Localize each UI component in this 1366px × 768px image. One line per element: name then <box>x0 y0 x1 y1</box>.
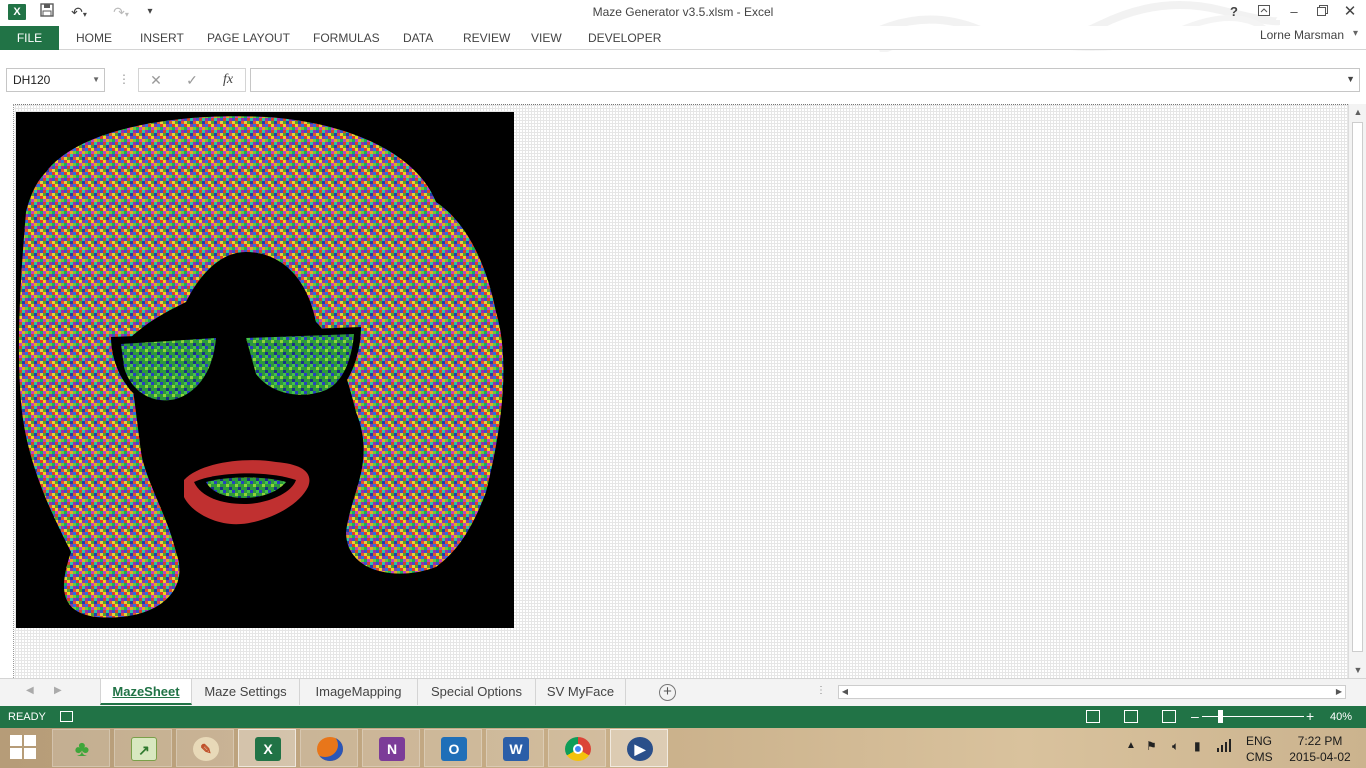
sheet-tab-special-options[interactable]: Special Options <box>418 679 536 705</box>
page-break-preview-icon[interactable] <box>1162 710 1176 723</box>
normal-view-icon[interactable] <box>1086 710 1100 723</box>
scroll-up-icon[interactable]: ▲ <box>1349 104 1366 120</box>
scroll-down-icon[interactable]: ▼ <box>1349 662 1366 678</box>
excel-chart-icon[interactable]: ↗ <box>114 729 172 767</box>
onenote-icon[interactable]: N <box>362 729 420 767</box>
cancel-icon[interactable]: ✕ <box>141 69 171 91</box>
sheet-tab-bar: ◀ ▶ MazeSheet Maze Settings ImageMapping… <box>0 678 1366 706</box>
new-sheet-icon[interactable]: + <box>659 684 676 701</box>
tab-file[interactable]: FILE <box>0 26 59 50</box>
system-clock[interactable]: 7:22 PM 2015-04-02 <box>1285 733 1355 765</box>
insert-function-icon[interactable]: fx <box>213 69 243 91</box>
action-center-flag-icon[interactable]: ⚑ <box>1146 739 1157 768</box>
clock-time: 7:22 PM <box>1297 734 1343 748</box>
zoom-out-icon[interactable]: – <box>1191 708 1199 724</box>
tab-data[interactable]: DATA <box>403 26 433 50</box>
formula-bar: DH120 ▼ ⋮ ✕ ✓ fx ▼ <box>0 62 1366 98</box>
name-box-value: DH120 <box>13 73 51 87</box>
tab-developer[interactable]: DEVELOPER <box>588 26 661 50</box>
status-ready: READY <box>8 711 46 723</box>
help-button[interactable]: ? <box>1220 2 1248 22</box>
show-hidden-icons-icon[interactable]: ▲ <box>1126 740 1136 768</box>
keyboard-layout: CMS <box>1246 750 1273 764</box>
tab-home[interactable]: HOME <box>76 26 112 50</box>
network-signal-icon[interactable] <box>1216 738 1232 768</box>
zoom-level[interactable]: 40% <box>1330 711 1352 723</box>
media-icon[interactable]: ▶ <box>610 729 668 767</box>
macro-recording-icon[interactable] <box>60 711 73 722</box>
page-layout-view-icon[interactable] <box>1124 710 1138 723</box>
ribbon-tab-bar: FILE HOME INSERT PAGE LAYOUT FORMULAS DA… <box>0 26 1366 50</box>
input-language[interactable]: ENG CMS <box>1246 733 1273 765</box>
zoom-slider-thumb[interactable] <box>1218 710 1223 723</box>
minimize-icon[interactable]: – <box>1280 2 1308 22</box>
sheet-tab-mazesheet[interactable]: MazeSheet <box>100 679 192 705</box>
start-button-icon[interactable] <box>10 735 38 761</box>
outlook-icon[interactable]: O <box>424 729 482 767</box>
ribbon-display-options-icon[interactable] <box>1250 2 1278 22</box>
user-menu-caret-icon[interactable]: ▾ <box>1353 28 1358 39</box>
tab-page-layout[interactable]: PAGE LAYOUT <box>207 26 290 50</box>
sheet-tab-imagemapping[interactable]: ImageMapping <box>300 679 418 705</box>
clover-icon[interactable]: ♣ <box>52 729 110 767</box>
vertical-scrollbar[interactable]: ▲ ▼ <box>1348 104 1366 678</box>
windows-taskbar: ♣ ↗ ✎ X N O W ▶ ▲ ⚑ 🔈︎ ▮ ENG CMS 7:22 PM… <box>0 728 1366 768</box>
volume-icon[interactable]: 🔈︎ <box>1172 739 1179 768</box>
scroll-right-icon[interactable]: ▶ <box>1333 686 1345 698</box>
language-code: ENG <box>1246 734 1273 748</box>
sheet-tab-sv-myface[interactable]: SV MyFace <box>536 679 626 705</box>
tab-split-grip[interactable]: ⋮ <box>816 685 826 696</box>
horizontal-scrollbar[interactable]: ◀ ▶ <box>838 685 1346 699</box>
window-title: Maze Generator v3.5.xlsm - Excel <box>592 5 774 19</box>
formula-bar-grip[interactable]: ⋮ <box>118 72 130 86</box>
word-icon[interactable]: W <box>486 729 544 767</box>
enter-icon[interactable]: ✓ <box>177 69 207 91</box>
firefox-icon[interactable] <box>300 729 358 767</box>
formula-input[interactable]: ▼ <box>250 68 1360 92</box>
scroll-left-icon[interactable]: ◀ <box>839 686 851 698</box>
clock-date: 2015-04-02 <box>1289 750 1351 764</box>
tab-formulas[interactable]: FORMULAS <box>313 26 380 50</box>
formula-buttons: ✕ ✓ fx <box>138 68 246 92</box>
expand-formula-bar-icon[interactable]: ▼ <box>1346 74 1355 84</box>
excel-icon[interactable]: X <box>238 729 296 767</box>
user-name[interactable]: Lorne Marsman <box>1260 26 1344 46</box>
restore-icon[interactable] <box>1308 2 1336 22</box>
sheet-tab-maze-settings[interactable]: Maze Settings <box>192 679 300 705</box>
paint-icon[interactable]: ✎ <box>176 729 234 767</box>
tab-view[interactable]: VIEW <box>531 26 562 50</box>
battery-icon[interactable]: ▮ <box>1194 739 1201 768</box>
prev-sheet-icon[interactable]: ◀ <box>26 685 34 696</box>
status-bar: READY – + 40% <box>0 706 1366 728</box>
zoom-in-icon[interactable]: + <box>1306 708 1314 724</box>
chrome-icon[interactable] <box>548 729 606 767</box>
next-sheet-icon[interactable]: ▶ <box>54 685 62 696</box>
title-bar: X ↶▾ ↷▾ ▾ Maze Generator v3.5.xlsm - Exc… <box>0 0 1366 52</box>
tab-review[interactable]: REVIEW <box>463 26 510 50</box>
close-icon[interactable]: ✕ <box>1336 2 1364 22</box>
maze-face-image <box>16 112 514 628</box>
vertical-scroll-thumb[interactable] <box>1352 122 1363 652</box>
tab-insert[interactable]: INSERT <box>140 26 184 50</box>
name-box[interactable]: DH120 ▼ <box>6 68 105 92</box>
name-box-dropdown-icon[interactable]: ▼ <box>92 69 100 91</box>
row-headers[interactable] <box>0 104 14 678</box>
